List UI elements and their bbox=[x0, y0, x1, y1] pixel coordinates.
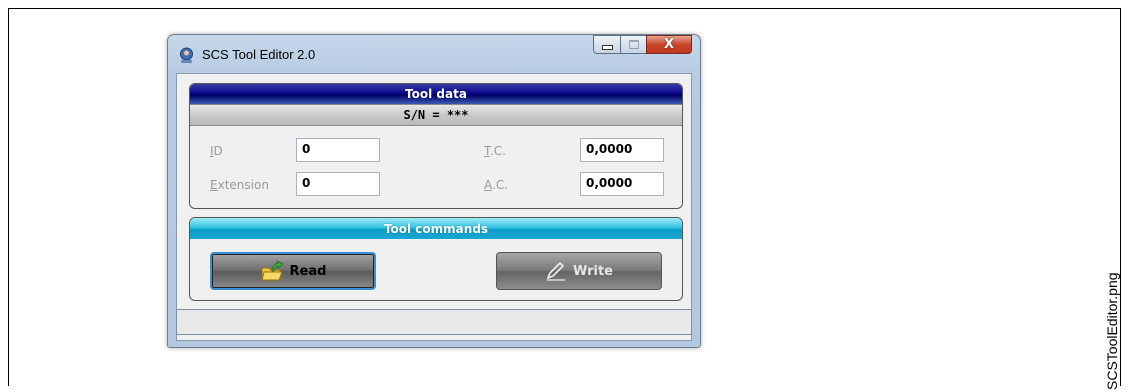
status-bar bbox=[176, 309, 692, 335]
maximize-icon bbox=[628, 40, 639, 49]
tc-label: T.C. bbox=[484, 144, 506, 158]
title-bar[interactable]: SCS Tool Editor 2.0 X bbox=[168, 35, 700, 73]
close-icon: X bbox=[663, 37, 675, 52]
tool-commands-panel: Tool commands Read Write bbox=[189, 217, 683, 301]
write-button: Write bbox=[496, 252, 662, 290]
tool-data-header: Tool data bbox=[190, 84, 682, 104]
maximize-button bbox=[620, 35, 646, 54]
id-label: ID bbox=[210, 144, 223, 158]
pencil-icon bbox=[546, 261, 565, 281]
write-button-label: Write bbox=[572, 263, 613, 279]
caption-buttons: X bbox=[593, 35, 692, 55]
serial-number-bar: S/N = *** bbox=[190, 104, 682, 126]
read-button[interactable]: Read bbox=[210, 252, 376, 290]
ac-field[interactable]: 0,0000 bbox=[580, 172, 664, 196]
window-title: SCS Tool Editor 2.0 bbox=[202, 47, 316, 62]
read-button-label: Read bbox=[289, 263, 327, 279]
close-button[interactable]: X bbox=[646, 35, 692, 54]
minimize-icon bbox=[601, 45, 613, 50]
side-caption: SCSToolEditor.png bbox=[1104, 272, 1120, 390]
extension-field[interactable]: 0 bbox=[296, 172, 380, 196]
minimize-button[interactable] bbox=[593, 35, 620, 54]
id-field[interactable]: 0 bbox=[296, 138, 380, 162]
tool-data-panel: Tool data S/N = *** ID 0 T.C. 0,0000 Ext… bbox=[189, 83, 683, 209]
tool-commands-header: Tool commands bbox=[190, 218, 682, 239]
folder-arrow-icon bbox=[260, 260, 284, 281]
extension-label: Extension bbox=[210, 178, 269, 192]
tc-field[interactable]: 0,0000 bbox=[580, 138, 664, 162]
globe-person-icon bbox=[180, 47, 193, 63]
app-window: SCS Tool Editor 2.0 X Tool data S/N = **… bbox=[167, 34, 701, 348]
ac-label: A.C. bbox=[484, 178, 509, 192]
client-area: Tool data S/N = *** ID 0 T.C. 0,0000 Ext… bbox=[176, 73, 692, 341]
